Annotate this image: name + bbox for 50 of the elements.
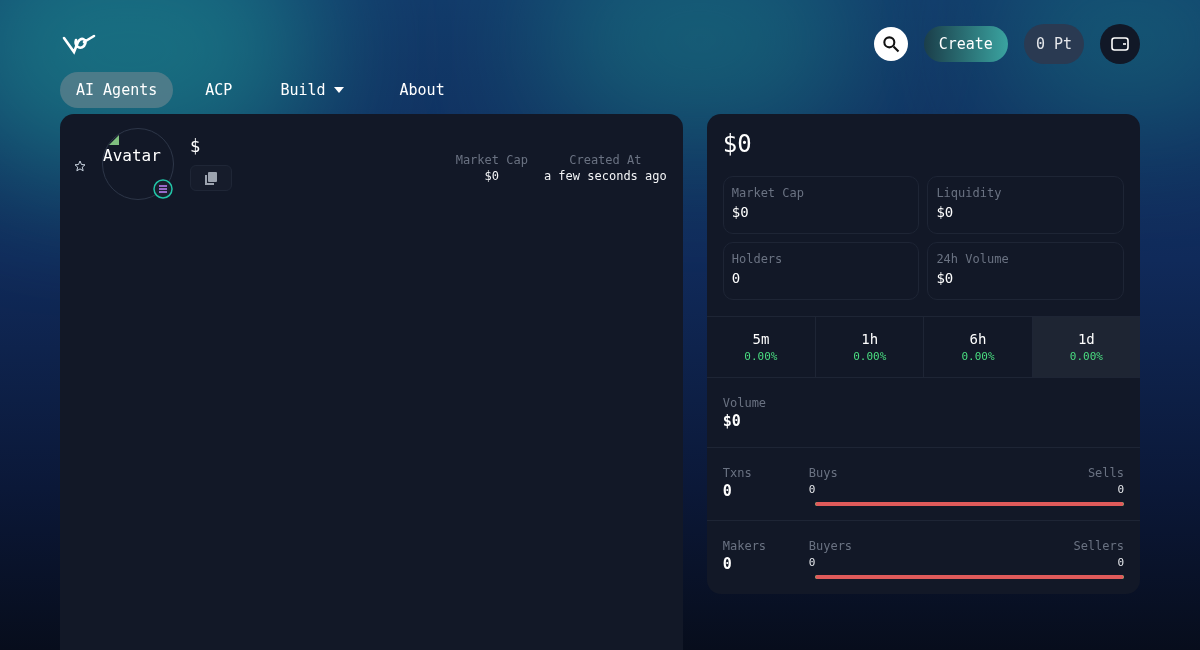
buy-count: 0	[808, 555, 816, 571]
points-button[interactable]: 0 Pt	[1023, 24, 1084, 64]
avatar-alt-text: Avatar	[103, 148, 161, 164]
metric-value: 0	[731, 271, 742, 285]
metric-value: $0	[731, 205, 750, 219]
nav-tab[interactable]: About	[383, 72, 461, 108]
token-symbol: $	[190, 138, 202, 155]
split-value: 0	[722, 555, 733, 573]
sell-label: Sells	[1087, 466, 1124, 480]
period-tab[interactable]: 1h 0.00%	[815, 317, 924, 377]
stat-label: Market Cap	[455, 152, 528, 168]
metric-label: Market Cap	[731, 187, 805, 199]
copy-button[interactable]	[190, 165, 232, 191]
search-icon	[880, 34, 901, 54]
sell-count: 0	[1117, 555, 1124, 571]
wallet-icon	[1111, 36, 1129, 52]
search-button[interactable]	[873, 27, 908, 61]
star-icon[interactable]	[74, 160, 86, 172]
buy-label: Buyers	[808, 539, 853, 553]
period-tab[interactable]: 1d 0.00%	[1031, 317, 1140, 377]
buy-label: Buys	[808, 466, 838, 480]
chain-badge-icon	[153, 179, 173, 199]
metric-label: 24h Volume	[936, 253, 1010, 265]
create-button[interactable]: Create	[923, 26, 1008, 62]
stat-label: Created At	[569, 152, 642, 168]
split-value: 0	[722, 482, 733, 500]
metric-label: Liquidity	[936, 187, 1003, 199]
metric-label: Holders	[731, 253, 784, 265]
stat-value: a few seconds ago	[543, 168, 667, 184]
volume-label: Volume	[722, 396, 768, 410]
volume-value: $0	[722, 412, 742, 430]
split-label: Txns	[722, 466, 753, 480]
wallet-button[interactable]	[1100, 24, 1140, 64]
sell-count: 0	[1117, 482, 1124, 498]
nav-tab[interactable]: Build	[264, 72, 360, 108]
price-text: $0	[721, 129, 753, 156]
split-label: Makers	[722, 539, 768, 553]
broken-image-icon	[109, 135, 119, 145]
metric-value: $0	[936, 271, 955, 285]
nav-tab[interactable]: ACP	[189, 72, 249, 108]
logo-icon[interactable]	[62, 32, 96, 56]
nav-tab[interactable]: AI Agents	[60, 72, 174, 108]
period-tab[interactable]: 6h 0.00%	[923, 317, 1032, 377]
period-tab[interactable]: 5m 0.00%	[706, 317, 816, 377]
sell-label: Sellers	[1073, 539, 1124, 553]
buy-count: 0	[808, 482, 816, 498]
copy-icon	[205, 171, 217, 185]
stat-value: $0	[484, 168, 499, 184]
caret-icon	[333, 87, 344, 93]
metric-value: $0	[936, 205, 955, 219]
